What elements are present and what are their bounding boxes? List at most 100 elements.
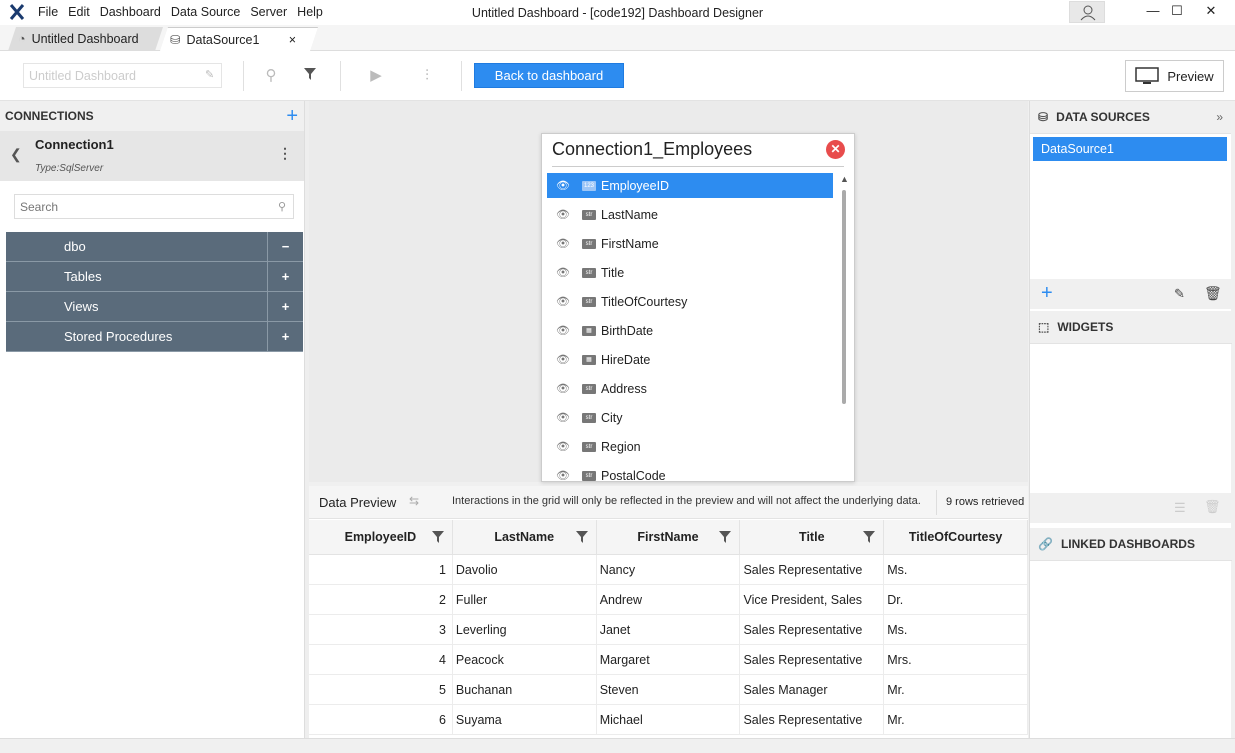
- delete-icon[interactable]: 🗑: [1204, 285, 1222, 302]
- menu-server[interactable]: Server: [250, 5, 287, 19]
- add-datasource-icon[interactable]: +: [1041, 282, 1053, 305]
- field-row[interactable]: 👁 str Address: [547, 376, 833, 401]
- string-type-icon: str: [582, 383, 596, 394]
- tab-datasource1[interactable]: ⛁ DataSource1 ×: [160, 27, 318, 51]
- table-cell: Davolio: [453, 555, 597, 584]
- column-header-label: TitleOfCourtesy: [908, 530, 1003, 544]
- tree-item-tables[interactable]: Tables +: [6, 262, 303, 292]
- collapse-icon[interactable]: −: [267, 232, 303, 261]
- list-icon[interactable]: ☰: [1174, 500, 1186, 516]
- scroll-up-icon[interactable]: ▲: [840, 174, 849, 184]
- field-row[interactable]: 👁 123 EmployeeID: [547, 173, 833, 198]
- export-icon[interactable]: ⇆: [409, 494, 419, 508]
- field-row[interactable]: 👁 ▦ HireDate: [547, 347, 833, 372]
- visibility-eye-icon[interactable]: 👁: [556, 324, 572, 337]
- column-header[interactable]: Title: [740, 520, 885, 554]
- column-header[interactable]: LastName: [453, 520, 597, 554]
- toolbar-divider: [461, 61, 462, 91]
- field-row[interactable]: 👁 str Title: [547, 260, 833, 285]
- field-row[interactable]: 👁 ▦ BirthDate: [547, 318, 833, 343]
- menu-edit[interactable]: Edit: [68, 5, 90, 19]
- scrollbar[interactable]: [842, 190, 846, 404]
- field-row[interactable]: 👁 str City: [547, 405, 833, 430]
- expand-icon[interactable]: +: [267, 292, 303, 321]
- table-row[interactable]: 4 Peacock Margaret Sales Representative Mrs.: [309, 645, 1029, 675]
- settings-sliders-icon[interactable]: ⫶: [418, 67, 436, 85]
- column-filter-icon[interactable]: [431, 531, 444, 543]
- collapse-panel-icon[interactable]: »: [1216, 110, 1223, 124]
- datasource-item[interactable]: DataSource1: [1033, 137, 1227, 161]
- field-row[interactable]: 👁 str LastName: [547, 202, 833, 227]
- expand-icon[interactable]: +: [267, 262, 303, 291]
- column-filter-icon[interactable]: [719, 531, 732, 543]
- column-header[interactable]: TitleOfCourtesy: [884, 520, 1028, 554]
- table-cell: Ms.: [884, 615, 1029, 644]
- tab-untitled-dashboard[interactable]: ◔ Untitled Dashboard: [8, 27, 163, 51]
- field-row[interactable]: 👁 str TitleOfCourtesy: [547, 289, 833, 314]
- menu-help[interactable]: Help: [297, 5, 323, 19]
- column-filter-icon[interactable]: [575, 531, 588, 543]
- table-card[interactable]: Connection1_Employees ✕ 👁 123 EmployeeID 👁 s…: [541, 133, 855, 482]
- back-to-dashboard-button[interactable]: Back to dashboard: [474, 63, 624, 88]
- table-cell: Sales Representative: [740, 615, 885, 644]
- tree-item-stored-procedures[interactable]: Stored Procedures +: [6, 322, 303, 352]
- table-row[interactable]: 6 Suyama Michael Sales Representative Mr.: [309, 705, 1029, 735]
- table-cell: 6: [309, 705, 453, 734]
- field-row[interactable]: 👁 str PostalCode: [547, 463, 833, 482]
- link-icon: 🔗: [1038, 537, 1053, 551]
- table-cell: Andrew: [597, 585, 741, 614]
- relation-icon[interactable]: ⚲: [262, 67, 280, 85]
- table-row[interactable]: 2 Fuller Andrew Vice President, Sales Dr.: [309, 585, 1029, 615]
- visibility-eye-icon[interactable]: 👁: [556, 469, 572, 481]
- close-icon[interactable]: ✕: [826, 140, 845, 159]
- visibility-eye-icon[interactable]: 👁: [556, 179, 572, 192]
- edit-icon[interactable]: ✎: [1174, 286, 1185, 302]
- menu-file[interactable]: File: [38, 5, 58, 19]
- column-header[interactable]: FirstName: [597, 520, 741, 554]
- expand-icon[interactable]: +: [267, 322, 303, 351]
- menu-bar: File Edit Dashboard Data Source Server H…: [38, 5, 323, 19]
- tree-item-views[interactable]: Views +: [6, 292, 303, 322]
- edit-icon[interactable]: ✎: [205, 68, 214, 81]
- visibility-eye-icon[interactable]: 👁: [556, 353, 572, 366]
- field-name: BirthDate: [601, 323, 654, 338]
- column-filter-icon[interactable]: [863, 531, 876, 543]
- toolbar-divider: [340, 61, 341, 91]
- connection-item[interactable]: ❮ Connection1 Type:SqlServer ⋮: [0, 131, 304, 181]
- date-type-icon: ▦: [582, 354, 596, 365]
- user-button[interactable]: [1069, 1, 1105, 23]
- field-name: PostalCode: [601, 468, 666, 482]
- visibility-eye-icon[interactable]: 👁: [556, 382, 572, 395]
- visibility-eye-icon[interactable]: 👁: [556, 411, 572, 424]
- more-options-icon[interactable]: ⋮: [278, 145, 292, 162]
- column-header[interactable]: EmployeeID: [309, 520, 453, 554]
- dashboard-name-input[interactable]: Untitled Dashboard: [23, 63, 222, 88]
- search-icon: ⚲: [278, 201, 287, 213]
- field-row[interactable]: 👁 str Region: [547, 434, 833, 459]
- visibility-eye-icon[interactable]: 👁: [556, 266, 572, 279]
- tree-item-dbo[interactable]: dbo −: [6, 232, 303, 262]
- dashboard-icon: ◔: [18, 32, 26, 46]
- visibility-eye-icon[interactable]: 👁: [556, 208, 572, 221]
- table-row[interactable]: 5 Buchanan Steven Sales Manager Mr.: [309, 675, 1029, 705]
- visibility-eye-icon[interactable]: 👁: [556, 440, 572, 453]
- visibility-eye-icon[interactable]: 👁: [556, 237, 572, 250]
- visibility-eye-icon[interactable]: 👁: [556, 295, 572, 308]
- tab-close-icon[interactable]: ×: [289, 33, 296, 47]
- table-row[interactable]: 3 Leverling Janet Sales Representative Ms.: [309, 615, 1029, 645]
- back-chevron-icon[interactable]: ❮: [10, 146, 22, 163]
- delete-icon[interactable]: 🗑: [1204, 499, 1221, 515]
- maximize-button[interactable]: ☐: [1162, 0, 1192, 22]
- table-row[interactable]: 1 Davolio Nancy Sales Representative Ms.: [309, 555, 1029, 585]
- menu-data-source[interactable]: Data Source: [171, 5, 240, 19]
- menu-dashboard[interactable]: Dashboard: [100, 5, 161, 19]
- add-connection-icon[interactable]: +: [286, 105, 298, 128]
- table-cell: Sales Representative: [740, 645, 885, 674]
- right-panel: ⛁ DATA SOURCES » DataSource1 + ✎ 🗑 ⬚ WID…: [1029, 101, 1232, 738]
- run-icon[interactable]: ▶: [367, 67, 385, 85]
- filter-icon[interactable]: [301, 67, 319, 85]
- field-row[interactable]: 👁 str FirstName: [547, 231, 833, 256]
- close-window-button[interactable]: ✕: [1196, 0, 1226, 22]
- preview-button[interactable]: Preview: [1125, 60, 1224, 92]
- search-input[interactable]: Search: [14, 194, 294, 219]
